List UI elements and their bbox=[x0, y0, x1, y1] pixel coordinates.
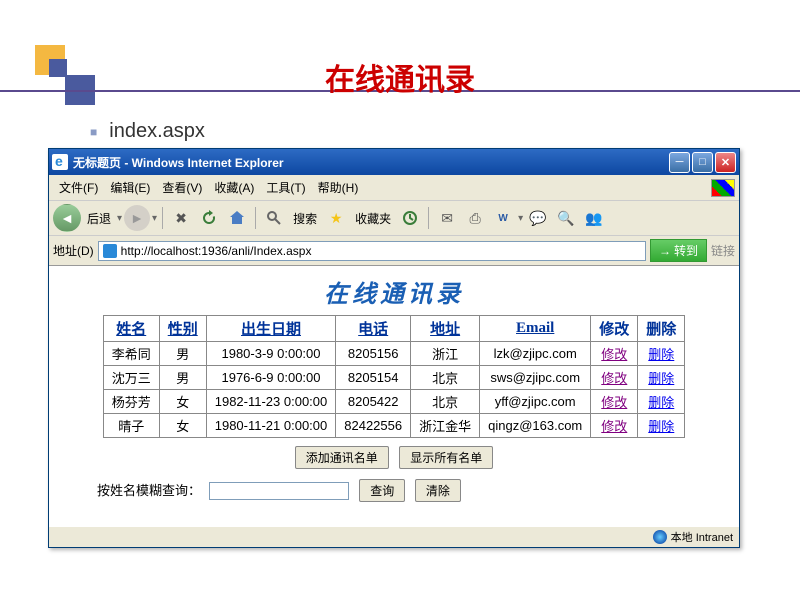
search-button[interactable] bbox=[261, 205, 287, 231]
delete-link[interactable]: 删除 bbox=[648, 371, 674, 386]
add-contact-button[interactable]: 添加通讯名单 bbox=[295, 446, 389, 469]
cell-addr: 浙江金华 bbox=[411, 414, 480, 438]
address-bar: 地址(D) http://localhost:1936/anli/Index.a… bbox=[49, 236, 739, 266]
stop-button[interactable]: ✖ bbox=[168, 205, 194, 231]
menu-view[interactable]: 查看(V) bbox=[156, 177, 208, 198]
windows-flag-icon bbox=[711, 179, 735, 197]
bullet-item: index.aspx bbox=[90, 120, 205, 143]
col-dob[interactable]: 出生日期 bbox=[206, 316, 336, 342]
show-all-button[interactable]: 显示所有名单 bbox=[399, 446, 493, 469]
col-gender[interactable]: 性别 bbox=[159, 316, 206, 342]
go-button[interactable]: → 转到 bbox=[650, 239, 707, 262]
edit-link[interactable]: 修改 bbox=[601, 347, 627, 362]
close-button[interactable]: ✕ bbox=[715, 152, 736, 173]
table-row: 李希同男1980-3-9 0:00:008205156浙江lzk@zjipc.c… bbox=[103, 342, 685, 366]
links-label[interactable]: 链接 bbox=[711, 242, 735, 259]
cell-name: 李希同 bbox=[103, 342, 159, 366]
menu-bar: 文件(F) 编辑(E) 查看(V) 收藏(A) 工具(T) 帮助(H) bbox=[49, 175, 739, 201]
cell-dob: 1980-11-21 0:00:00 bbox=[206, 414, 336, 438]
search-label: 按姓名模糊查询： bbox=[97, 483, 201, 498]
favorites-label: 收藏夹 bbox=[355, 210, 391, 227]
search-input[interactable] bbox=[209, 482, 349, 500]
cell-addr: 北京 bbox=[411, 366, 480, 390]
cell-name: 晴子 bbox=[103, 414, 159, 438]
cell-dob: 1980-3-9 0:00:00 bbox=[206, 342, 336, 366]
col-tel[interactable]: 电话 bbox=[336, 316, 411, 342]
cell-email: yff@zjipc.com bbox=[480, 390, 591, 414]
cell-name: 杨芬芳 bbox=[103, 390, 159, 414]
address-input[interactable]: http://localhost:1936/anli/Index.aspx bbox=[98, 241, 646, 261]
contacts-table: 姓名 性别 出生日期 电话 地址 Email 修改 删除 李希同男1980-3-… bbox=[103, 315, 686, 438]
cell-email: qingz@163.com bbox=[480, 414, 591, 438]
cell-gender: 女 bbox=[159, 414, 206, 438]
print-button[interactable]: ⎙ bbox=[462, 205, 488, 231]
table-row: 晴子女1980-11-21 0:00:0082422556浙江金华qingz@1… bbox=[103, 414, 685, 438]
url-text: http://localhost:1936/anli/Index.aspx bbox=[121, 244, 312, 258]
back-button[interactable]: ◄ bbox=[53, 204, 81, 232]
table-header-row: 姓名 性别 出生日期 电话 地址 Email 修改 删除 bbox=[103, 316, 685, 342]
address-label: 地址(D) bbox=[53, 242, 94, 259]
edit-link[interactable]: 修改 bbox=[601, 395, 627, 410]
favorites-button[interactable]: ★ bbox=[323, 205, 349, 231]
cell-tel: 8205422 bbox=[336, 390, 411, 414]
window-title: 无标题页 - Windows Internet Explorer bbox=[73, 154, 667, 171]
clear-button[interactable]: 清除 bbox=[415, 479, 461, 502]
cell-gender: 男 bbox=[159, 342, 206, 366]
back-label: 后退 bbox=[87, 210, 111, 227]
refresh-button[interactable] bbox=[196, 205, 222, 231]
col-email[interactable]: Email bbox=[480, 316, 591, 342]
menu-file[interactable]: 文件(F) bbox=[53, 177, 104, 198]
zone-icon bbox=[653, 530, 667, 544]
cell-tel: 8205156 bbox=[336, 342, 411, 366]
messenger-button[interactable]: 👥 bbox=[581, 205, 607, 231]
menu-tools[interactable]: 工具(T) bbox=[260, 177, 311, 198]
col-del: 删除 bbox=[638, 316, 685, 342]
cell-email: sws@zjipc.com bbox=[480, 366, 591, 390]
discuss-button[interactable]: 💬 bbox=[525, 205, 551, 231]
home-button[interactable] bbox=[224, 205, 250, 231]
edit-link[interactable]: 修改 bbox=[601, 371, 627, 386]
menu-edit[interactable]: 编辑(E) bbox=[104, 177, 156, 198]
cell-tel: 8205154 bbox=[336, 366, 411, 390]
cell-gender: 女 bbox=[159, 390, 206, 414]
page-title: 在线通讯录 bbox=[57, 274, 731, 309]
cell-tel: 82422556 bbox=[336, 414, 411, 438]
cell-dob: 1982-11-23 0:00:00 bbox=[206, 390, 336, 414]
delete-link[interactable]: 删除 bbox=[648, 419, 674, 434]
page-favicon bbox=[103, 244, 117, 258]
delete-link[interactable]: 删除 bbox=[648, 395, 674, 410]
maximize-button[interactable]: □ bbox=[692, 152, 713, 173]
col-edit: 修改 bbox=[591, 316, 638, 342]
table-row: 杨芬芳女1982-11-23 0:00:008205422北京yff@zjipc… bbox=[103, 390, 685, 414]
menu-favorites[interactable]: 收藏(A) bbox=[208, 177, 260, 198]
forward-button[interactable]: ► bbox=[124, 205, 150, 231]
edit-button[interactable]: W bbox=[490, 205, 516, 231]
page-content: 在线通讯录 姓名 性别 出生日期 电话 地址 Email 修改 删除 李希同男1… bbox=[49, 266, 739, 526]
minimize-button[interactable]: ─ bbox=[669, 152, 690, 173]
delete-link[interactable]: 删除 bbox=[648, 347, 674, 362]
menu-help[interactable]: 帮助(H) bbox=[312, 177, 365, 198]
slide-title: 在线通讯录 bbox=[0, 55, 800, 99]
toolbar: ◄ 后退 ▾ ► ▾ ✖ 搜索 ★ 收藏夹 ✉ ⎙ W ▾ 💬 🔍 👥 bbox=[49, 201, 739, 236]
ie-icon bbox=[52, 154, 68, 170]
cell-addr: 浙江 bbox=[411, 342, 480, 366]
mail-button[interactable]: ✉ bbox=[434, 205, 460, 231]
search-label: 搜索 bbox=[293, 210, 317, 227]
cell-dob: 1976-6-9 0:00:00 bbox=[206, 366, 336, 390]
history-button[interactable] bbox=[397, 205, 423, 231]
col-name[interactable]: 姓名 bbox=[103, 316, 159, 342]
edit-link[interactable]: 修改 bbox=[601, 419, 627, 434]
search-button[interactable]: 查询 bbox=[359, 479, 405, 502]
window-titlebar[interactable]: 无标题页 - Windows Internet Explorer ─ □ ✕ bbox=[49, 149, 739, 175]
status-text: 本地 Intranet bbox=[671, 529, 733, 545]
col-addr[interactable]: 地址 bbox=[411, 316, 480, 342]
ie-window: 无标题页 - Windows Internet Explorer ─ □ ✕ 文… bbox=[48, 148, 740, 548]
status-bar: 本地 Intranet bbox=[49, 526, 739, 547]
table-row: 沈万三男1976-6-9 0:00:008205154北京sws@zjipc.c… bbox=[103, 366, 685, 390]
cell-email: lzk@zjipc.com bbox=[480, 342, 591, 366]
cell-name: 沈万三 bbox=[103, 366, 159, 390]
cell-gender: 男 bbox=[159, 366, 206, 390]
research-button[interactable]: 🔍 bbox=[553, 205, 579, 231]
cell-addr: 北京 bbox=[411, 390, 480, 414]
